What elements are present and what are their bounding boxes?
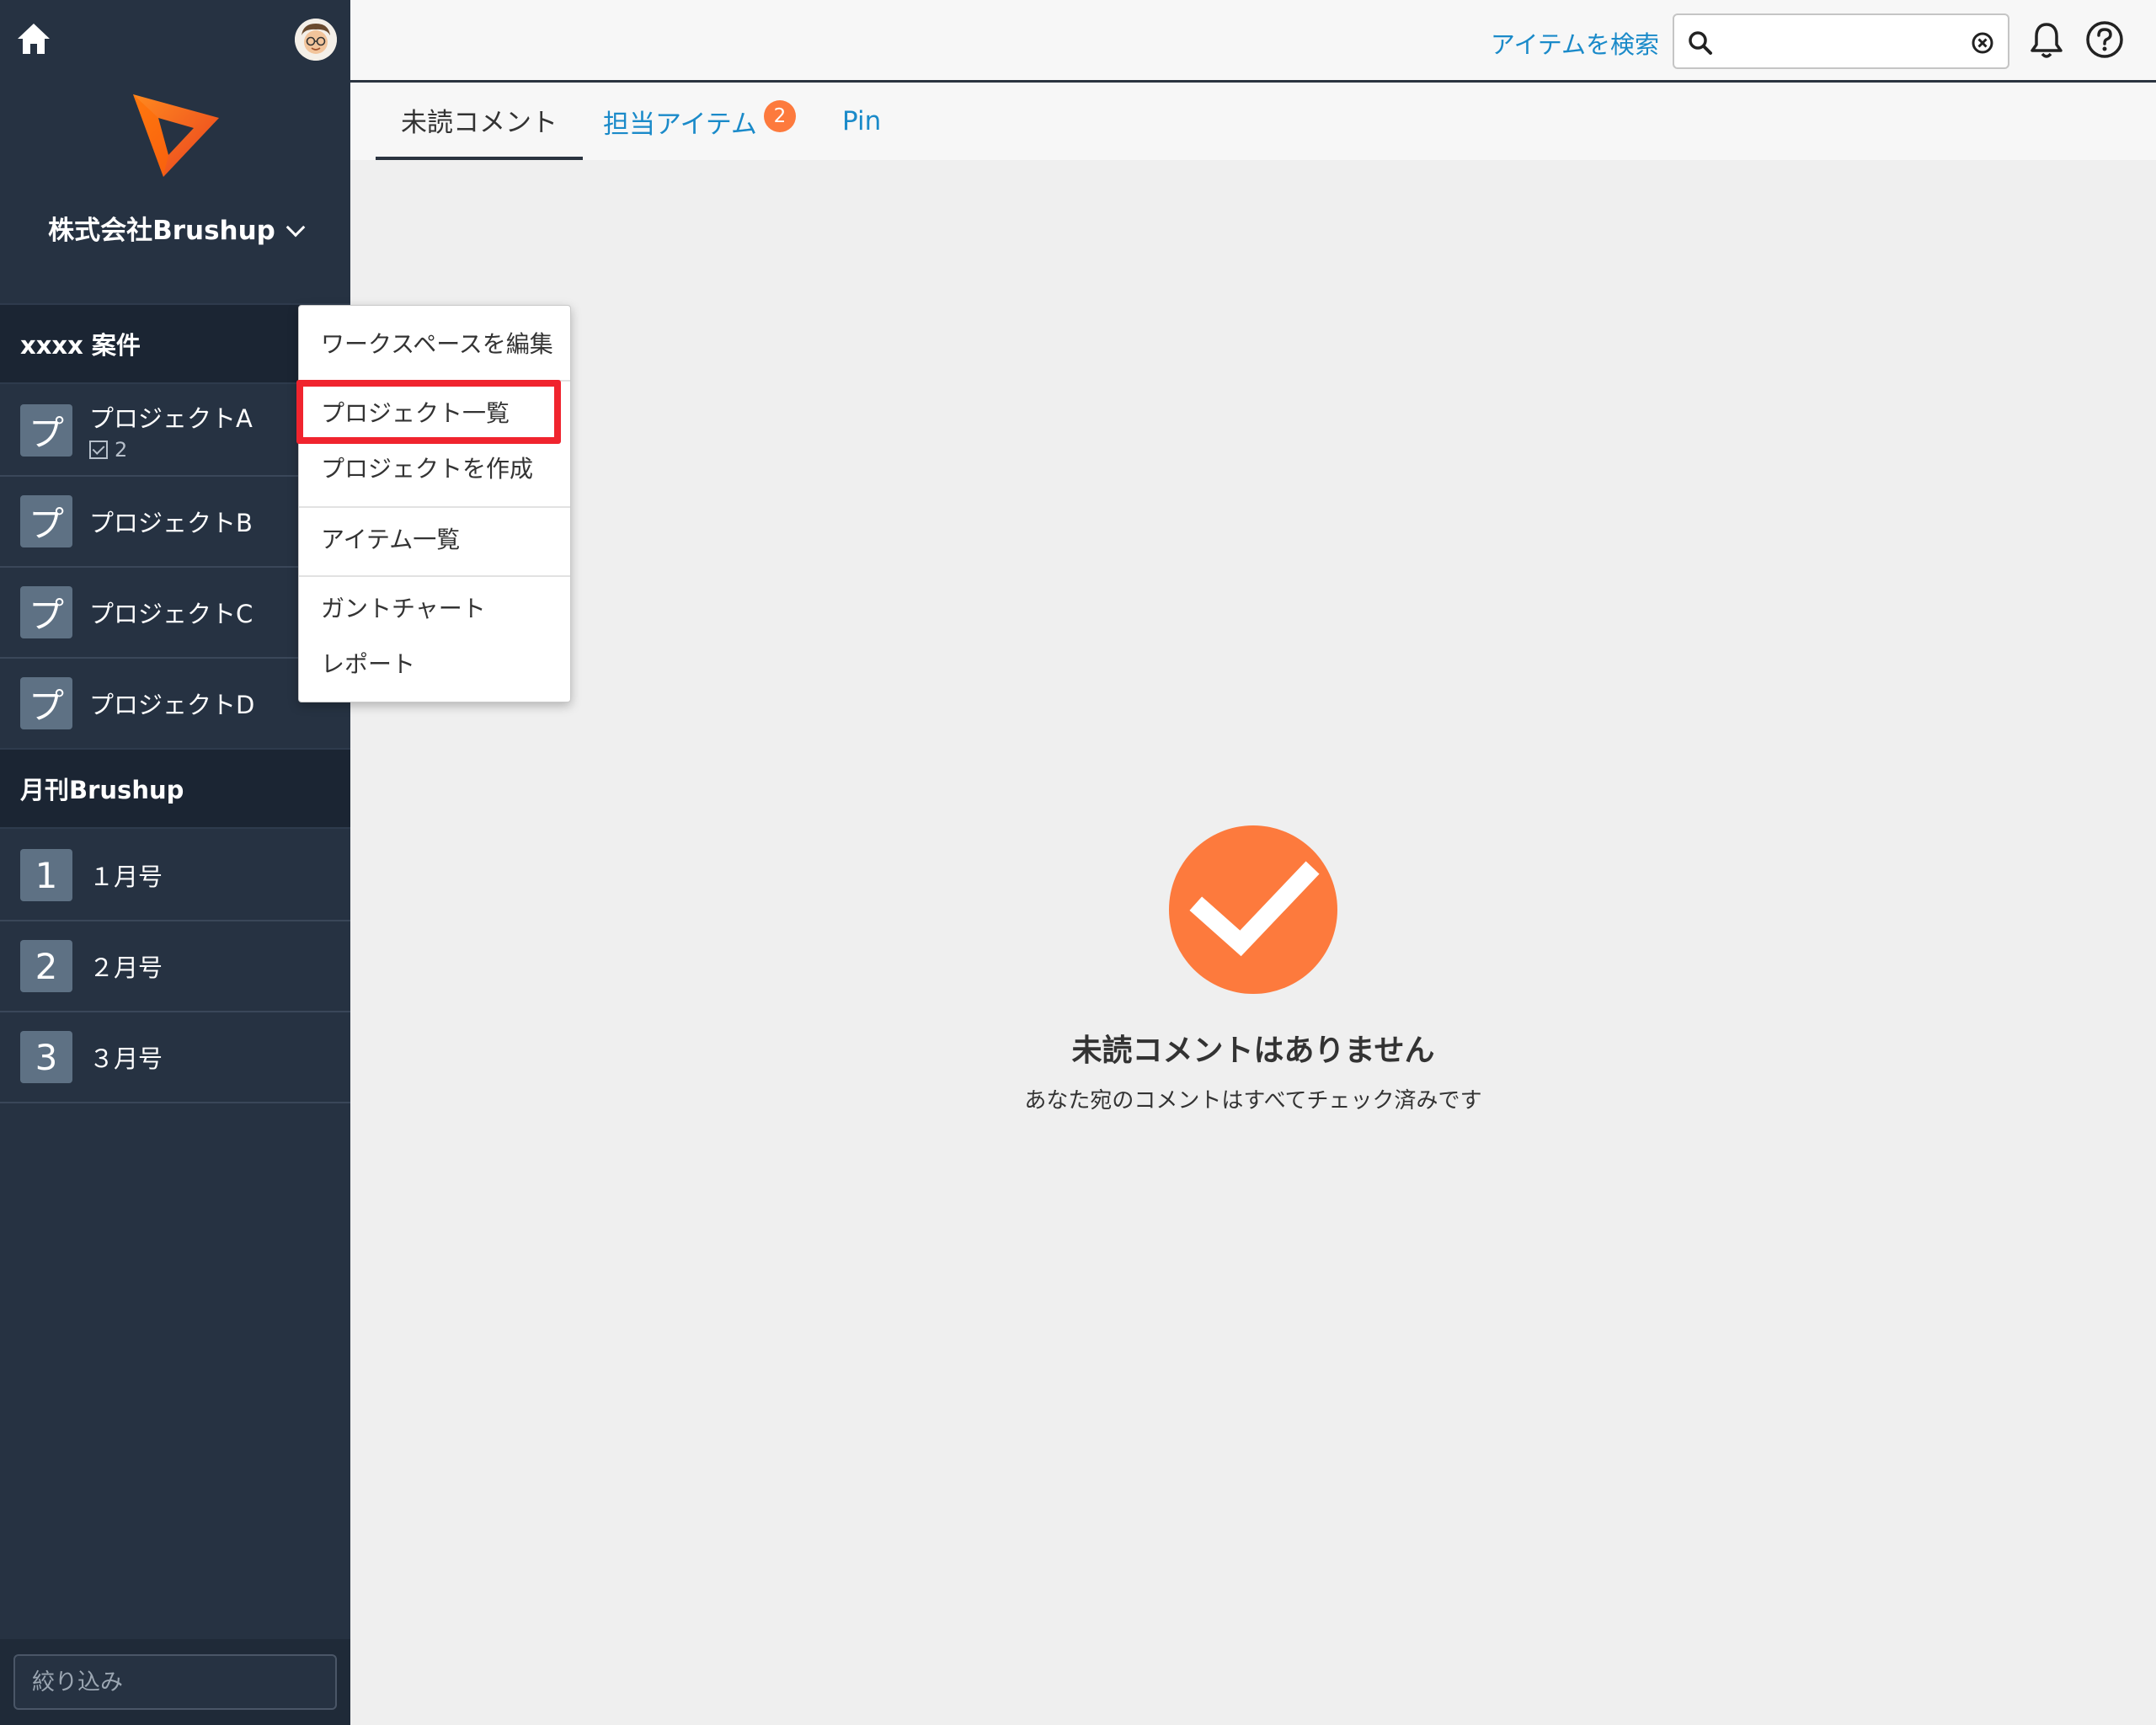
clear-icon[interactable]	[1971, 31, 1994, 55]
project-name: ３月号	[89, 1044, 163, 1073]
project-icon: プ	[20, 677, 72, 729]
menu-item-create-project[interactable]: プロジェクトを作成	[321, 451, 533, 484]
menu-item-gantt-chart[interactable]: ガントチャート	[321, 590, 486, 624]
empty-state-title: 未読コメントはありません	[1071, 1033, 1435, 1068]
project-name: １月号	[89, 862, 163, 891]
project-icon: 2	[20, 940, 72, 992]
top-header: アイテムを検索	[350, 0, 2156, 83]
chevron-down-icon	[286, 217, 306, 238]
empty-state-subtitle: あなた宛のコメントはすべてチェック済みです	[1024, 1088, 1482, 1114]
tab-label: 担当アイテム	[603, 109, 757, 140]
avatar[interactable]	[295, 19, 337, 61]
assigned-count-value: 2	[115, 438, 128, 462]
menu-item-report[interactable]: レポート	[321, 646, 415, 680]
search-items-link[interactable]: アイテムを検索	[1491, 25, 1659, 61]
org-switcher[interactable]: 株式会社Brushup	[0, 209, 350, 247]
project-name: プロジェクトD	[89, 691, 255, 719]
tab-label: Pin	[842, 106, 882, 136]
project-icon: プ	[20, 586, 72, 638]
filter-input[interactable]	[13, 1654, 337, 1710]
count-badge: 2	[763, 100, 796, 132]
project-icon: 3	[20, 1031, 72, 1083]
org-name-label: 株式会社Brushup	[48, 216, 275, 246]
project-icon: プ	[20, 404, 72, 457]
help-icon[interactable]	[2085, 20, 2124, 59]
bell-icon[interactable]	[2028, 20, 2065, 61]
search-icon	[1689, 31, 1712, 55]
tab-bar: 未読コメント 担当アイテム 2 Pin	[350, 83, 2156, 160]
search-input[interactable]	[1720, 22, 1956, 61]
sidebar: 株式会社Brushup xxxx 案件 プ プロジェクトA 2 プ プロジェクト…	[0, 0, 350, 1725]
tab-pin[interactable]: Pin	[817, 83, 906, 160]
highlight-annotation	[296, 380, 561, 444]
workspace-name: 月刊Brushup	[20, 776, 184, 804]
menu-divider	[299, 575, 570, 577]
sidebar-item-issue-2[interactable]: 2 ２月号	[0, 921, 350, 1012]
assigned-count: 2	[89, 438, 253, 462]
filter-area	[0, 1639, 350, 1725]
check-circle-icon	[1169, 825, 1337, 994]
workspace-header[interactable]: 月刊Brushup	[0, 748, 350, 829]
project-name: ２月号	[89, 953, 163, 982]
sidebar-item-issue-1[interactable]: 1 １月号	[0, 830, 350, 921]
workspace-name: xxxx 案件	[20, 331, 141, 360]
home-icon[interactable]	[15, 20, 52, 57]
checkbox-icon	[89, 441, 108, 459]
brushup-logo	[126, 84, 227, 185]
workspace-menu: ワークスペースを編集 プロジェクト一覧 プロジェクトを作成 アイテム一覧 ガント…	[298, 305, 571, 702]
project-icon: プ	[20, 495, 72, 547]
menu-divider	[299, 506, 570, 508]
project-icon: 1	[20, 849, 72, 901]
search-box[interactable]	[1673, 13, 2009, 69]
tab-label: 未読コメント	[401, 107, 558, 138]
tab-assigned-items[interactable]: 担当アイテム 2	[578, 83, 821, 160]
menu-item-item-list[interactable]: アイテム一覧	[321, 521, 460, 555]
tab-unread-comments[interactable]: 未読コメント	[376, 83, 583, 160]
project-name: プロジェクトB	[89, 509, 253, 537]
menu-item-edit-workspace[interactable]: ワークスペースを編集	[321, 326, 553, 360]
project-name: プロジェクトC	[89, 600, 253, 628]
project-name: プロジェクトA	[89, 404, 253, 433]
sidebar-item-issue-3[interactable]: 3 ３月号	[0, 1012, 350, 1103]
